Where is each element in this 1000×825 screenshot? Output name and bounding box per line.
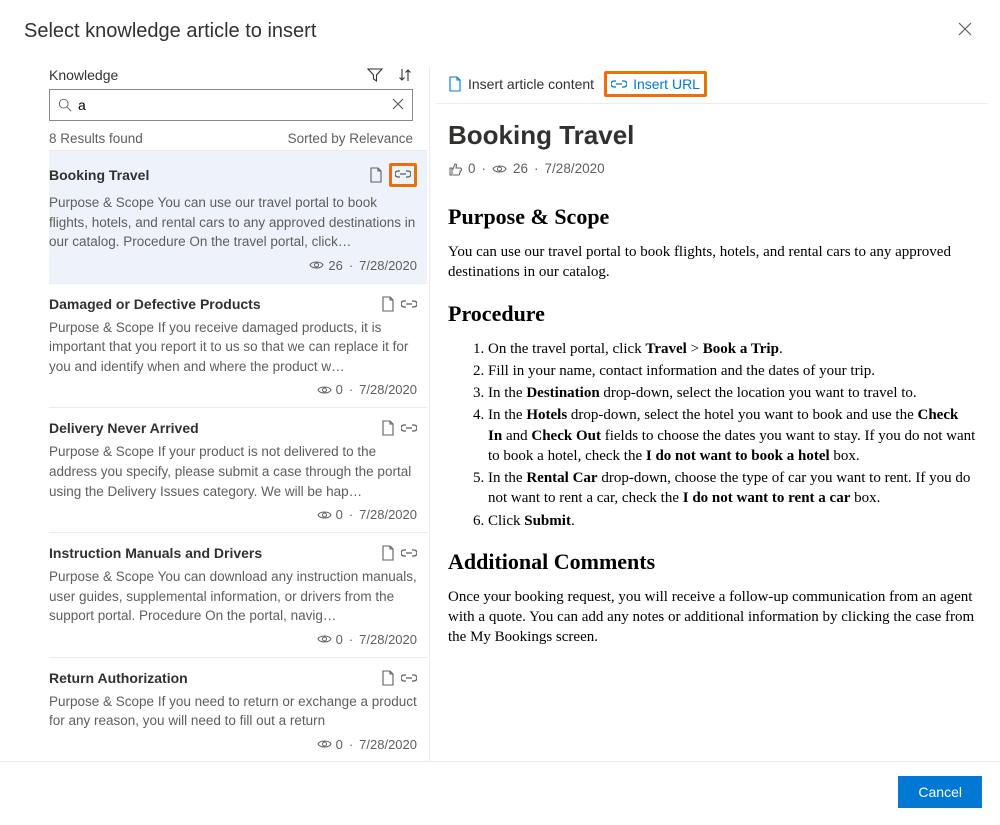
link-icon — [611, 78, 627, 90]
result-title: Return Authorization — [49, 670, 188, 686]
procedure-step: Fill in your name, contact information a… — [488, 361, 976, 381]
preview-panel: Insert article content Insert URL Bookin… — [430, 67, 1000, 761]
result-meta: 26 · 7/28/2020 — [49, 258, 417, 273]
close-button[interactable] — [954, 18, 976, 45]
heading-additional: Additional Comments — [448, 549, 976, 575]
result-excerpt: Purpose & Scope You can use our travel p… — [49, 193, 417, 252]
tab-insert-content-label: Insert article content — [468, 76, 594, 92]
result-excerpt: Purpose & Scope You can download any ins… — [49, 567, 417, 626]
article-content: Purpose & Scope You can use our travel p… — [448, 204, 976, 648]
dialog-footer: Cancel — [0, 761, 1000, 822]
views-icon — [492, 164, 507, 174]
procedure-step: In the Hotels drop-down, select the hote… — [488, 405, 976, 466]
result-excerpt: Purpose & Scope If you need to return or… — [49, 692, 417, 731]
document-icon — [448, 76, 462, 92]
search-clear-button[interactable] — [392, 97, 404, 113]
result-item[interactable]: Delivery Never Arrived Purpose & Scope If… — [49, 408, 427, 533]
heading-procedure: Procedure — [448, 301, 976, 327]
article-meta: 0 · 26 · 7/28/2020 — [448, 161, 976, 176]
search-icon — [58, 98, 72, 112]
results-list[interactable]: Booking Travel Purpose & Scope You can us… — [49, 150, 427, 761]
result-excerpt: Purpose & Scope If your product is not d… — [49, 442, 417, 501]
article-likes: 0 — [468, 161, 476, 176]
insert-url-action[interactable] — [395, 168, 411, 180]
knowledge-label: Knowledge — [49, 67, 118, 83]
like-icon — [448, 162, 462, 176]
procedure-step: In the Rental Car drop-down, choose the … — [488, 468, 976, 509]
procedure-step: On the travel portal, click Travel > Boo… — [488, 339, 976, 359]
result-meta: 0 · 7/28/2020 — [49, 737, 417, 752]
article-preview: Booking Travel 0 · 26 · 7/28/2020 Purpos… — [436, 104, 988, 761]
tab-insert-url-highlight: Insert URL — [604, 71, 707, 97]
tab-insert-content[interactable]: Insert article content — [442, 72, 600, 96]
sort-button[interactable] — [397, 67, 413, 83]
result-title: Damaged or Defective Products — [49, 296, 261, 312]
article-title: Booking Travel — [448, 120, 976, 151]
sort-icon — [397, 67, 413, 83]
filter-icon — [367, 67, 383, 83]
close-icon — [958, 22, 972, 36]
sorted-by: Sorted by Relevance — [288, 131, 413, 146]
article-views: 26 — [513, 161, 528, 176]
para-purpose: You can use our travel portal to book fl… — [448, 242, 976, 283]
result-item[interactable]: Return Authorization Purpose & Scope If y… — [49, 658, 427, 761]
insert-url-action[interactable] — [401, 298, 417, 310]
knowledge-panel: Knowledge 8 Results found — [0, 67, 430, 761]
cancel-button[interactable]: Cancel — [898, 776, 982, 808]
result-title: Instruction Manuals and Drivers — [49, 545, 262, 561]
procedure-step: Click Submit. — [488, 511, 976, 531]
insert-content-action[interactable] — [381, 545, 395, 561]
procedure-steps: On the travel portal, click Travel > Boo… — [448, 339, 976, 531]
result-item[interactable]: Instruction Manuals and Drivers Purpose &… — [49, 533, 427, 658]
insert-url-action[interactable] — [401, 672, 417, 684]
procedure-step: In the Destination drop-down, select the… — [488, 383, 976, 403]
search-input[interactable] — [78, 97, 392, 113]
insert-content-action[interactable] — [381, 296, 395, 312]
result-excerpt: Purpose & Scope If you receive damaged p… — [49, 318, 417, 377]
tab-insert-url[interactable]: Insert URL — [611, 76, 700, 92]
dialog-body: Knowledge 8 Results found — [0, 67, 1000, 761]
heading-purpose: Purpose & Scope — [448, 204, 976, 230]
search-box[interactable] — [49, 89, 413, 121]
insert-url-action[interactable] — [401, 422, 417, 434]
result-meta: 0 · 7/28/2020 — [49, 382, 417, 397]
result-meta: 0 · 7/28/2020 — [49, 507, 417, 522]
result-item[interactable]: Booking Travel Purpose & Scope You can us… — [49, 151, 427, 284]
filter-button[interactable] — [367, 67, 383, 83]
tab-insert-url-label: Insert URL — [633, 76, 700, 92]
clear-icon — [392, 98, 404, 110]
result-title: Delivery Never Arrived — [49, 420, 199, 436]
result-title: Booking Travel — [49, 167, 149, 183]
insert-content-action[interactable] — [369, 167, 383, 183]
insert-content-action[interactable] — [381, 670, 395, 686]
results-count: 8 Results found — [49, 131, 143, 146]
insert-content-action[interactable] — [381, 420, 395, 436]
dialog-title: Select knowledge article to insert — [24, 20, 316, 43]
dialog-header: Select knowledge article to insert — [0, 0, 1000, 67]
insert-url-action[interactable] — [401, 547, 417, 559]
article-date: 7/28/2020 — [545, 161, 605, 176]
insert-url-action-highlight — [389, 163, 417, 187]
para-additional: Once your booking request, you will rece… — [448, 587, 976, 648]
result-item[interactable]: Damaged or Defective Products Purpose & S… — [49, 284, 427, 409]
result-meta: 0 · 7/28/2020 — [49, 632, 417, 647]
preview-tabs: Insert article content Insert URL — [436, 67, 988, 104]
